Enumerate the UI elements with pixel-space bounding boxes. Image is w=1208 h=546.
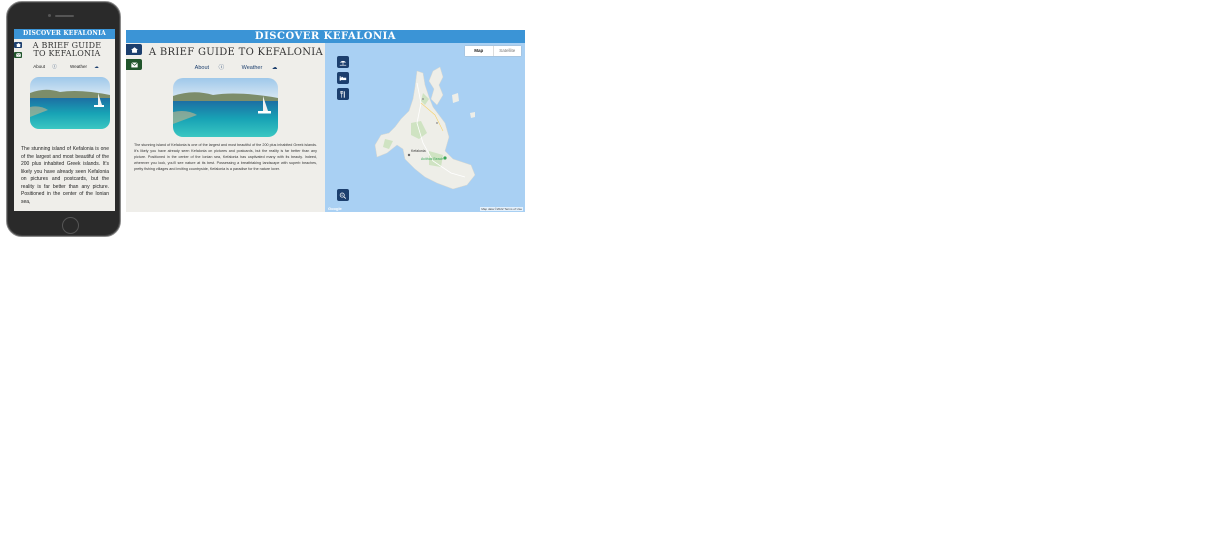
- zoom-out-icon: [339, 192, 347, 199]
- mobile-bay-photo: [30, 77, 110, 129]
- home-icon: [15, 43, 21, 47]
- mobile-sidebar: [14, 42, 23, 62]
- mobile-intro-text: The stunning island of Kefalonia is one …: [21, 146, 109, 205]
- page-title: A BRIEF GUIDE TO KEFALONIA: [148, 47, 324, 58]
- map-poi-label: Avithos Beach: [421, 157, 444, 161]
- intro-text: The stunning island of Kefalonia is one …: [134, 143, 317, 171]
- info-icon: ⓘ: [52, 64, 57, 69]
- map-type-toggle: Map Satellite: [465, 46, 521, 56]
- weather-link[interactable]: Weather ☁: [238, 65, 282, 71]
- site-header: DISCOVER KEFALONIA: [126, 30, 525, 43]
- map-canvas: [325, 43, 525, 212]
- mobile-title-line2: TO KEFALONIA: [33, 49, 101, 58]
- map-provider-logo: Google: [328, 206, 342, 211]
- envelope-icon: [130, 61, 138, 67]
- phone-mockup: DISCOVER KEFALONIA A BRIEF GUIDE TO KEFA…: [6, 1, 121, 237]
- mobile-home-button[interactable]: [14, 42, 22, 48]
- about-link[interactable]: About ⓘ: [191, 65, 228, 71]
- mobile-contact-button[interactable]: [14, 52, 22, 58]
- info-icon: ⓘ: [218, 65, 225, 71]
- sidebar: [126, 44, 143, 74]
- restaurant-icon: [340, 90, 345, 98]
- restaurant-filter-button[interactable]: [337, 88, 349, 100]
- mobile-about-link[interactable]: About ⓘ: [30, 64, 60, 69]
- bay-photo: [173, 78, 278, 137]
- home-icon: [130, 46, 138, 53]
- cloud-icon: ☁: [94, 64, 99, 69]
- envelope-icon: [15, 53, 21, 57]
- cloud-icon: ☁: [271, 65, 278, 71]
- map-attribution[interactable]: Map data ©2022 Terms of Use: [480, 207, 523, 211]
- section-links: About ⓘ Weather ☁: [146, 63, 326, 71]
- map-type-map-button[interactable]: Map: [465, 46, 493, 56]
- phone-camera: [48, 14, 51, 17]
- sidebar-home-button[interactable]: [126, 44, 142, 55]
- hotel-filter-button[interactable]: [337, 72, 349, 84]
- desktop-view: DISCOVER KEFALONIA A BRIEF GUIDE TO KEFA…: [126, 30, 525, 212]
- beach-icon: [339, 60, 347, 66]
- hotel-icon: [339, 75, 347, 81]
- kefalonia-map[interactable]: Kefalonia Avithos Beach Map Satellite Go…: [325, 43, 525, 212]
- sidebar-contact-button[interactable]: [126, 59, 142, 70]
- map-type-satellite-button[interactable]: Satellite: [492, 46, 522, 56]
- mobile-weather-link[interactable]: Weather ☁: [67, 64, 102, 69]
- mobile-page-title: A BRIEF GUIDE TO KEFALONIA: [32, 42, 102, 58]
- map-town-label: Kefalonia: [411, 149, 426, 153]
- beach-filter-button[interactable]: [337, 56, 349, 68]
- phone-home-button: [62, 217, 79, 234]
- mobile-section-links: About ⓘ Weather ☁: [26, 64, 106, 70]
- mobile-header: DISCOVER KEFALONIA: [14, 29, 115, 39]
- zoom-out-button[interactable]: [337, 189, 349, 201]
- phone-speaker: [55, 15, 74, 17]
- phone-screen: DISCOVER KEFALONIA A BRIEF GUIDE TO KEFA…: [14, 29, 115, 211]
